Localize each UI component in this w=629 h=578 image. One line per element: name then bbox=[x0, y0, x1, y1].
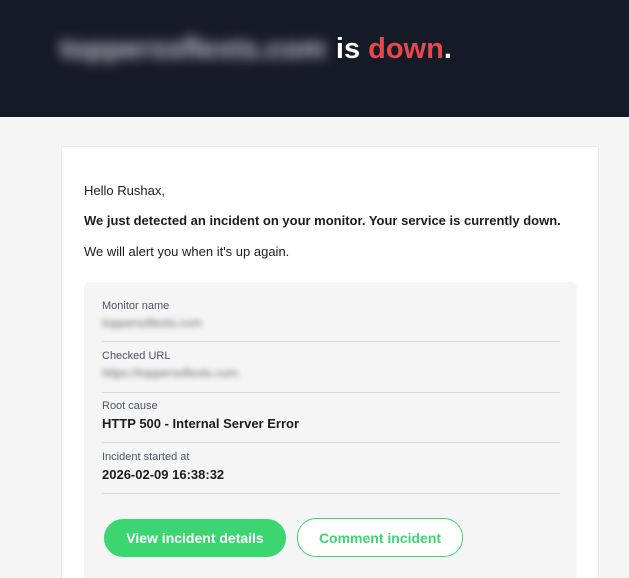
detail-label: Monitor name bbox=[102, 300, 170, 312]
detail-label: Incident started at bbox=[102, 451, 190, 463]
incident-start-value: 2026-02-09 16:38:32 bbox=[102, 467, 225, 482]
alert-note: We will alert you when it's up again. bbox=[84, 244, 290, 259]
comment-incident-button[interactable]: Comment incident bbox=[297, 518, 463, 557]
greeting-text: Hello Rushax, bbox=[84, 183, 165, 198]
incident-headline: We just detected an incident on your mon… bbox=[84, 213, 561, 228]
detail-row-checked-url: Checked URL https://topperssflexts.com bbox=[102, 350, 560, 393]
banner-title: topperssflexts.com is down . bbox=[60, 30, 452, 68]
detail-label: Checked URL bbox=[102, 350, 171, 362]
detail-row-monitor-name: Monitor name topperssflexts.com bbox=[102, 300, 560, 342]
status-banner: topperssflexts.com is down . bbox=[0, 0, 629, 117]
title-period: . bbox=[443, 32, 452, 65]
detail-label: Root cause bbox=[102, 400, 158, 412]
monitor-name-value: topperssflexts.com bbox=[102, 316, 203, 330]
monitored-domain: topperssflexts.com bbox=[60, 32, 326, 65]
incident-card: Hello Rushax, We just detected an incide… bbox=[61, 146, 599, 578]
view-incident-details-button[interactable]: View incident details bbox=[104, 519, 286, 557]
incident-details-panel: Monitor name topperssflexts.com Checked … bbox=[84, 282, 577, 578]
detail-row-root-cause: Root cause HTTP 500 - Internal Server Er… bbox=[102, 400, 560, 443]
root-cause-value: HTTP 500 - Internal Server Error bbox=[102, 416, 300, 431]
status-word: down bbox=[368, 32, 444, 65]
is-label: is bbox=[335, 32, 361, 65]
checked-url-value: https://topperssflexts.com bbox=[102, 366, 239, 380]
detail-row-incident-started: Incident started at 2026-02-09 16:38:32 bbox=[102, 451, 560, 494]
